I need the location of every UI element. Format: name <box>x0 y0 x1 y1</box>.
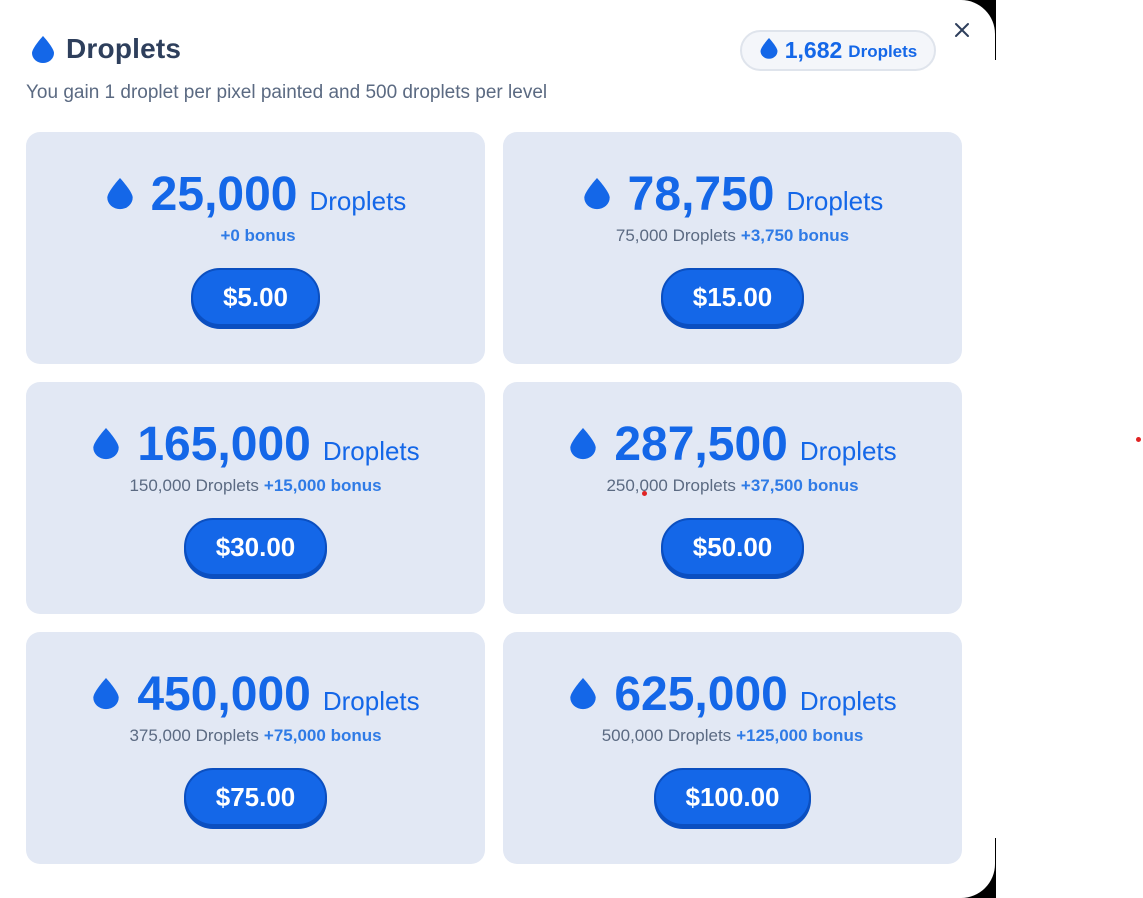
close-button[interactable] <box>948 16 976 44</box>
buy-button[interactable]: $30.00 <box>183 518 328 576</box>
package-base: 150,000 Droplets <box>129 476 259 495</box>
package-base: 75,000 Droplets <box>615 226 736 245</box>
package-bonus: +75,000 bonus <box>263 726 382 745</box>
package-bonus: +37,500 bonus <box>740 476 859 495</box>
package-unit: Droplets <box>786 186 884 216</box>
balance-unit: Droplets <box>848 42 918 61</box>
close-icon <box>955 23 969 37</box>
package-detail: 150,000 Droplets +15,000 bonus <box>129 476 381 498</box>
package-amount-row: 78,750 Droplets <box>582 168 884 221</box>
subtitle: You gain 1 droplet per pixel painted and… <box>26 82 548 103</box>
package-amount: 165,000 <box>137 418 311 471</box>
package-bonus: +0 bonus <box>220 226 296 245</box>
package-amount-row: 165,000 Droplets <box>91 418 420 471</box>
droplet-icon <box>91 426 121 465</box>
package-amount: 25,000 <box>150 168 298 221</box>
package-card: 25,000 Droplets +0 bonus $5.00 <box>26 132 485 364</box>
package-amount: 625,000 <box>614 668 788 721</box>
droplet-icon <box>759 37 779 64</box>
package-detail: 75,000 Droplets +3,750 bonus <box>616 226 849 248</box>
buy-button[interactable]: $50.00 <box>660 518 805 576</box>
package-unit: Droplets <box>309 186 407 216</box>
package-amount-row: 450,000 Droplets <box>91 668 420 721</box>
package-card: 625,000 Droplets 500,000 Droplets +125,0… <box>503 632 962 864</box>
package-amount: 450,000 <box>137 668 311 721</box>
droplet-icon <box>568 676 598 715</box>
package-amount: 287,500 <box>614 418 788 471</box>
balance-amount: 1,682 <box>784 37 843 63</box>
package-base: 500,000 Droplets <box>601 726 732 745</box>
package-amount-row: 625,000 Droplets <box>568 668 897 721</box>
package-bonus: +3,750 bonus <box>740 226 850 245</box>
package-detail: 375,000 Droplets +75,000 bonus <box>129 726 381 748</box>
package-card: 78,750 Droplets 75,000 Droplets +3,750 b… <box>503 132 962 364</box>
droplets-modal: Droplets You gain 1 droplet per pixel pa… <box>0 0 995 898</box>
cursor-marker <box>1136 437 1141 442</box>
package-grid: 25,000 Droplets +0 bonus $5.00 78,750 Dr… <box>26 132 962 864</box>
package-amount-row: 25,000 Droplets <box>105 168 407 221</box>
page-title: Droplets <box>66 33 182 64</box>
package-base: 250,000 Droplets <box>606 476 736 495</box>
buy-button[interactable]: $100.00 <box>653 768 812 826</box>
package-base: 375,000 Droplets <box>129 726 259 745</box>
droplet-icon <box>105 176 135 215</box>
package-card: 165,000 Droplets 150,000 Droplets +15,00… <box>26 382 485 614</box>
package-detail: +0 bonus <box>215 226 295 248</box>
droplet-icon <box>30 35 56 63</box>
package-amount: 78,750 <box>627 168 775 221</box>
package-unit: Droplets <box>322 436 420 466</box>
package-bonus: +125,000 bonus <box>736 726 864 745</box>
buy-button[interactable]: $75.00 <box>183 768 328 826</box>
package-card: 450,000 Droplets 375,000 Droplets +75,00… <box>26 632 485 864</box>
package-card: 287,500 Droplets 250,000 Droplets +37,50… <box>503 382 962 614</box>
modal-header: Droplets <box>30 33 181 65</box>
package-bonus: +15,000 bonus <box>263 476 382 495</box>
package-unit: Droplets <box>799 686 897 716</box>
package-unit: Droplets <box>799 436 897 466</box>
cursor-marker <box>642 491 647 496</box>
droplet-icon <box>91 676 121 715</box>
droplet-balance-badge: 1,682 Droplets <box>740 30 936 71</box>
package-amount-row: 287,500 Droplets <box>568 418 897 471</box>
package-unit: Droplets <box>322 686 420 716</box>
buy-button[interactable]: $5.00 <box>190 268 321 326</box>
package-detail: 500,000 Droplets +125,000 bonus <box>602 726 864 748</box>
droplet-icon <box>568 426 598 465</box>
buy-button[interactable]: $15.00 <box>660 268 805 326</box>
droplet-icon <box>582 176 612 215</box>
